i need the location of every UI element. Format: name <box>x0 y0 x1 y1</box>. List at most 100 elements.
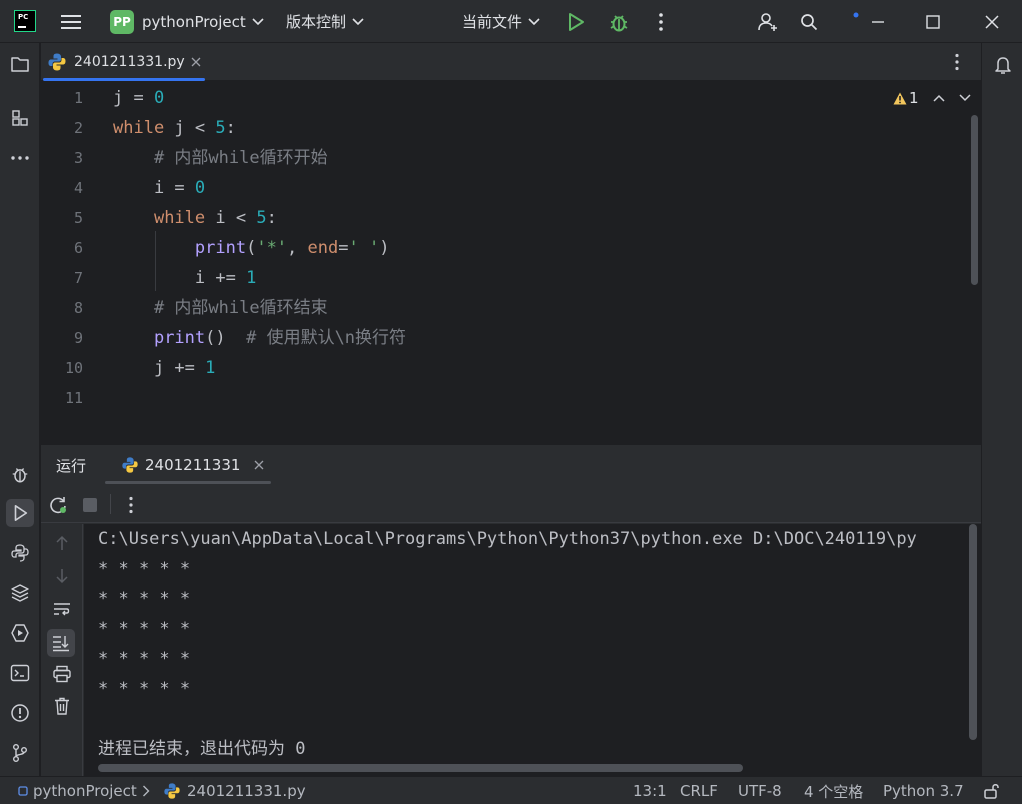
bell-icon <box>995 57 1011 74</box>
console-line: C:\Users\yuan\AppData\Local\Programs\Pyt… <box>98 529 917 549</box>
collaboration-button[interactable] <box>757 0 779 43</box>
caret-position[interactable]: 13:1 <box>633 777 667 804</box>
code-line[interactable]: print() # 使用默认\n换行符 <box>113 323 406 353</box>
more-tools-button[interactable] <box>8 146 32 170</box>
line-number: 7 <box>73 269 83 287</box>
scroll-down-button[interactable] <box>50 564 74 588</box>
clear-console-button[interactable] <box>50 694 74 718</box>
indent-guide <box>155 231 156 291</box>
project-selector[interactable]: PP pythonProject <box>110 0 264 43</box>
warning-circle-icon <box>11 704 29 722</box>
run-tool-button[interactable] <box>6 499 34 527</box>
editor-tabs: 2401211331.py <box>41 43 981 81</box>
run-button[interactable] <box>566 0 586 43</box>
main-menu-button[interactable] <box>60 0 82 43</box>
code-token: end <box>307 238 339 258</box>
line-number: 6 <box>73 239 83 257</box>
notifications-button[interactable] <box>991 53 1015 77</box>
pycharm-logo[interactable]: PC <box>14 10 36 32</box>
more-actions-button[interactable] <box>658 0 664 43</box>
title-bar: PC PP pythonProject 版本控制 当前文件 <box>0 0 1022 43</box>
code-token: while <box>113 118 165 138</box>
chevron-up-icon <box>933 94 945 102</box>
scroll-to-end-button[interactable] <box>47 629 75 657</box>
line-number: 9 <box>73 329 83 347</box>
code-line[interactable]: # 内部while循环结束 <box>113 293 328 323</box>
run-more-button[interactable] <box>128 496 134 514</box>
line-separator[interactable]: CRLF <box>680 777 718 804</box>
scroll-up-button[interactable] <box>50 531 74 555</box>
console-horizontal-scrollbar[interactable] <box>98 764 743 772</box>
console-line: 进程已结束，退出代码为 0 <box>98 739 306 759</box>
code-line[interactable]: while j < 5: <box>113 113 236 143</box>
code-token: 5 <box>256 208 267 228</box>
python-packages-button[interactable] <box>8 581 32 605</box>
editor-scrollbar[interactable] <box>971 115 978 285</box>
git-tool-button[interactable] <box>8 741 32 765</box>
breadcrumb-project[interactable]: pythonProject <box>18 777 137 804</box>
search-button[interactable] <box>800 0 818 43</box>
project-tool-button[interactable] <box>8 52 32 76</box>
code-token: print <box>194 238 247 258</box>
code-token: 0 <box>153 88 165 108</box>
code-token: # 内部while循环开始 <box>113 148 328 168</box>
console-vertical-scrollbar[interactable] <box>969 524 977 740</box>
code-token: ) <box>379 238 390 258</box>
inspection-widget[interactable]: 1 <box>893 89 971 107</box>
code-editor[interactable]: 1 2 3 4 5 6 7 8 9 10 11 j = 0 while j < 5: # 内部whil… <box>41 81 981 413</box>
maximize-icon <box>926 14 940 29</box>
vcs-menu[interactable]: 版本控制 <box>286 0 364 43</box>
code-line[interactable]: i = 0 <box>113 173 205 203</box>
trash-icon <box>55 697 69 715</box>
readonly-toggle[interactable] <box>983 777 1001 804</box>
scroll-to-end-icon <box>53 636 69 652</box>
rerun-button[interactable] <box>48 495 68 515</box>
code-line[interactable]: # 内部while循环开始 <box>113 143 328 173</box>
console-line: * * * * * <box>98 559 191 579</box>
code-line[interactable]: i += 1 <box>113 263 256 293</box>
folder-icon <box>11 57 29 72</box>
python-console-button[interactable] <box>8 541 32 565</box>
close-window-button[interactable] <box>985 0 999 43</box>
structure-tool-button[interactable] <box>8 106 32 130</box>
problems-tool-button[interactable] <box>8 701 32 725</box>
console-output[interactable]: C:\Users\yuan\AppData\Local\Programs\Pyt… <box>84 524 981 777</box>
breadcrumb-file[interactable]: 2401211331.py <box>163 777 306 804</box>
services-tool-button[interactable] <box>8 621 32 645</box>
code-line[interactable]: while i < 5: <box>113 203 277 233</box>
code-token: = <box>338 238 349 258</box>
close-icon[interactable] <box>191 57 201 67</box>
line-number: 5 <box>73 209 83 227</box>
maximize-button[interactable] <box>926 0 940 43</box>
run-panel-label: 运行 <box>56 456 87 475</box>
minimize-button[interactable] <box>850 0 884 43</box>
chevron-down-icon <box>352 17 364 25</box>
indent-setting[interactable]: 4 个空格 <box>804 777 863 804</box>
editor-tab[interactable]: 2401211331.py <box>41 43 206 81</box>
more-vertical-icon <box>129 496 133 514</box>
run-config-selector[interactable]: 当前文件 <box>462 0 540 43</box>
stop-button[interactable] <box>82 497 98 513</box>
close-icon[interactable] <box>254 460 264 470</box>
code-token: j < <box>164 118 216 138</box>
module-icon <box>18 786 28 796</box>
print-button[interactable] <box>50 662 74 686</box>
debug-button[interactable] <box>608 0 630 43</box>
code-line[interactable]: j += 1 <box>113 353 215 383</box>
tab-options-button[interactable] <box>954 53 960 71</box>
code-token: : <box>266 208 277 228</box>
terminal-tool-button[interactable] <box>8 661 32 685</box>
interpreter-selector[interactable]: Python 3.7 <box>883 777 964 804</box>
code-line[interactable]: j = 0 <box>113 83 164 113</box>
soft-wrap-button[interactable] <box>50 597 74 621</box>
breadcrumb-file-label: 2401211331.py <box>187 782 306 800</box>
debug-tool-button[interactable] <box>8 462 32 486</box>
file-encoding[interactable]: UTF-8 <box>738 777 782 804</box>
more-vertical-icon <box>955 53 959 71</box>
chevron-down-icon <box>959 94 971 102</box>
run-tab[interactable]: 2401211331 <box>121 445 264 485</box>
add-user-icon <box>758 12 777 31</box>
code-token: j += <box>113 358 206 378</box>
